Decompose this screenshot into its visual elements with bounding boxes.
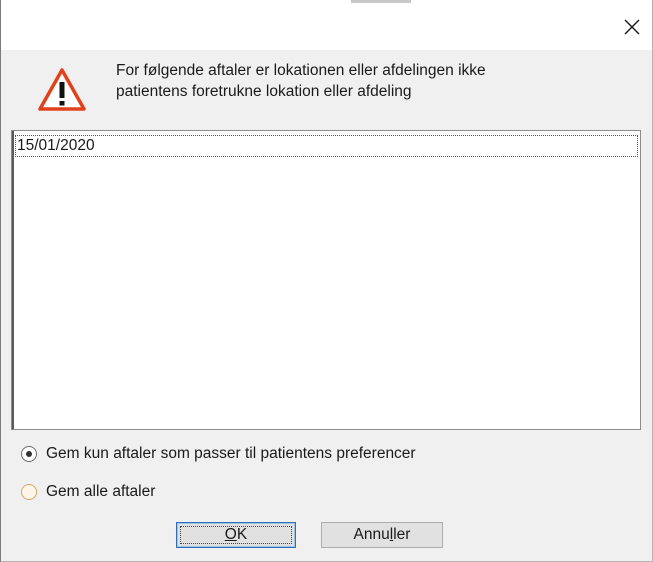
- warning-icon: [38, 68, 86, 111]
- cancel-button[interactable]: Annuller: [321, 522, 443, 548]
- cancel-label-prefix: Annu: [353, 526, 390, 543]
- ok-label-suffix: K: [236, 526, 248, 543]
- title-bar: [1, 0, 652, 50]
- warning-dialog: For følgende aftaler er lokationen eller…: [0, 0, 653, 562]
- close-icon: [624, 19, 640, 35]
- warning-message: For følgende aftaler er lokationen eller…: [116, 60, 616, 102]
- ok-button[interactable]: OK: [176, 522, 296, 548]
- message-line-2: patientens foretrukne lokation eller afd…: [116, 83, 412, 100]
- background-window-edge: [351, 0, 411, 3]
- save-all-option[interactable]: Gem alle aftaler: [21, 483, 155, 501]
- radio-selected-dot: [26, 451, 32, 457]
- list-item[interactable]: 15/01/2020: [15, 135, 638, 157]
- save-all-radio[interactable]: [21, 484, 37, 500]
- appointments-list[interactable]: 15/01/2020: [11, 130, 641, 430]
- save-matching-radio[interactable]: [21, 446, 37, 462]
- appointment-date: 15/01/2020: [17, 137, 95, 154]
- save-matching-option[interactable]: Gem kun aftaler som passer til patienten…: [21, 445, 416, 463]
- list-left-edge: [12, 131, 14, 429]
- ok-mnemonic: O: [224, 526, 237, 543]
- message-line-1: For følgende aftaler er lokationen eller…: [116, 62, 486, 79]
- save-all-label: Gem alle aftaler: [46, 483, 156, 500]
- save-matching-label: Gem kun aftaler som passer til patienten…: [46, 445, 416, 462]
- cancel-label-suffix: ler: [393, 526, 411, 543]
- close-button[interactable]: [612, 12, 652, 42]
